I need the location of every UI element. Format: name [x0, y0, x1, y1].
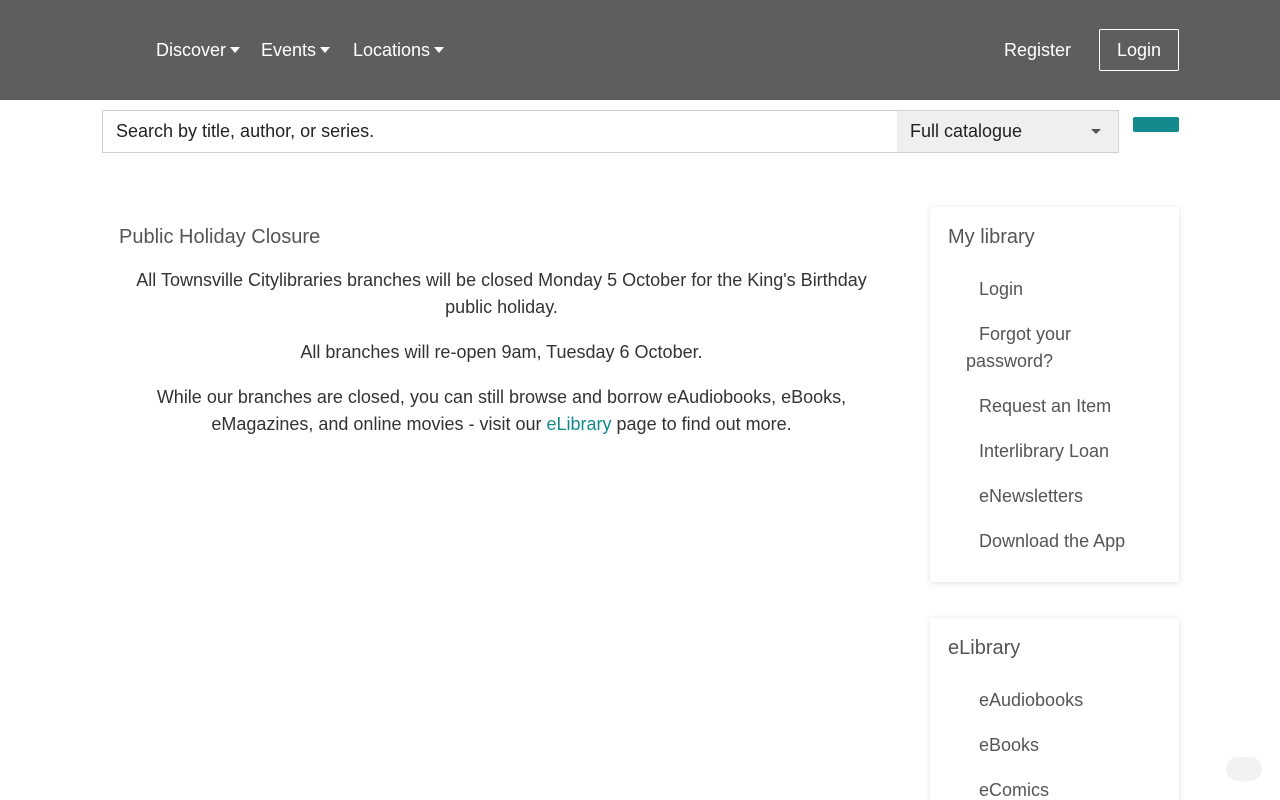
nav-locations-label: Locations [353, 40, 431, 60]
top-navbar: Discover Events Locations Register Login [0, 0, 1280, 100]
notice-text: page to find out more. [611, 414, 792, 434]
nav-locations-dropdown[interactable]: Locations [353, 38, 445, 62]
ecomics-link[interactable]: eComics [979, 777, 1049, 800]
login-button[interactable]: Login [1099, 29, 1179, 71]
chat-widget-button[interactable] [1226, 757, 1262, 781]
elibrary-title: eLibrary [948, 637, 1021, 659]
notice-paragraph: While our branches are closed, you can s… [119, 384, 884, 438]
caret-down-icon [230, 47, 241, 53]
search-input[interactable] [103, 111, 896, 152]
elibrary-card: eLibrary eAudiobooks eBooks eComics [930, 618, 1179, 800]
eaudiobooks-link[interactable]: eAudiobooks [979, 687, 1083, 714]
nav-discover-dropdown[interactable]: Discover [156, 38, 241, 62]
notice-paragraph: All branches will re-open 9am, Tuesday 6… [300, 342, 703, 362]
download-app-link[interactable]: Download the App [979, 528, 1125, 555]
interlibrary-loan-link[interactable]: Interlibrary Loan [979, 438, 1109, 465]
search-button[interactable] [1133, 117, 1179, 132]
enewsletters-link[interactable]: eNewsletters [979, 483, 1083, 510]
forgot-password-link[interactable]: Forgot your password? [966, 321, 1146, 375]
nav-events-label: Events [261, 40, 317, 60]
my-library-card: My library Login Forgot your password? R… [930, 207, 1179, 582]
nav-events-dropdown[interactable]: Events [261, 38, 331, 62]
my-library-title: My library [948, 226, 1035, 248]
notice-paragraph: All Townsville Citylibraries branches wi… [136, 270, 867, 317]
ebooks-link[interactable]: eBooks [979, 732, 1039, 759]
caret-down-icon [434, 47, 445, 53]
search-bar: Full catalogue [102, 110, 1119, 153]
caret-down-icon [1091, 129, 1101, 134]
request-item-link[interactable]: Request an Item [979, 393, 1111, 420]
notice-title: Public Holiday Closure [119, 226, 321, 248]
my-library-login-link[interactable]: Login [979, 276, 1023, 303]
catalogue-scope-value: Full catalogue [910, 121, 1023, 141]
caret-down-icon [320, 47, 331, 53]
register-link[interactable]: Register [1004, 38, 1071, 62]
notice-body: All Townsville Citylibraries branches wi… [119, 267, 884, 456]
elibrary-link[interactable]: eLibrary [547, 414, 612, 434]
nav-discover-label: Discover [156, 40, 227, 60]
catalogue-scope-select[interactable]: Full catalogue [897, 111, 1118, 152]
